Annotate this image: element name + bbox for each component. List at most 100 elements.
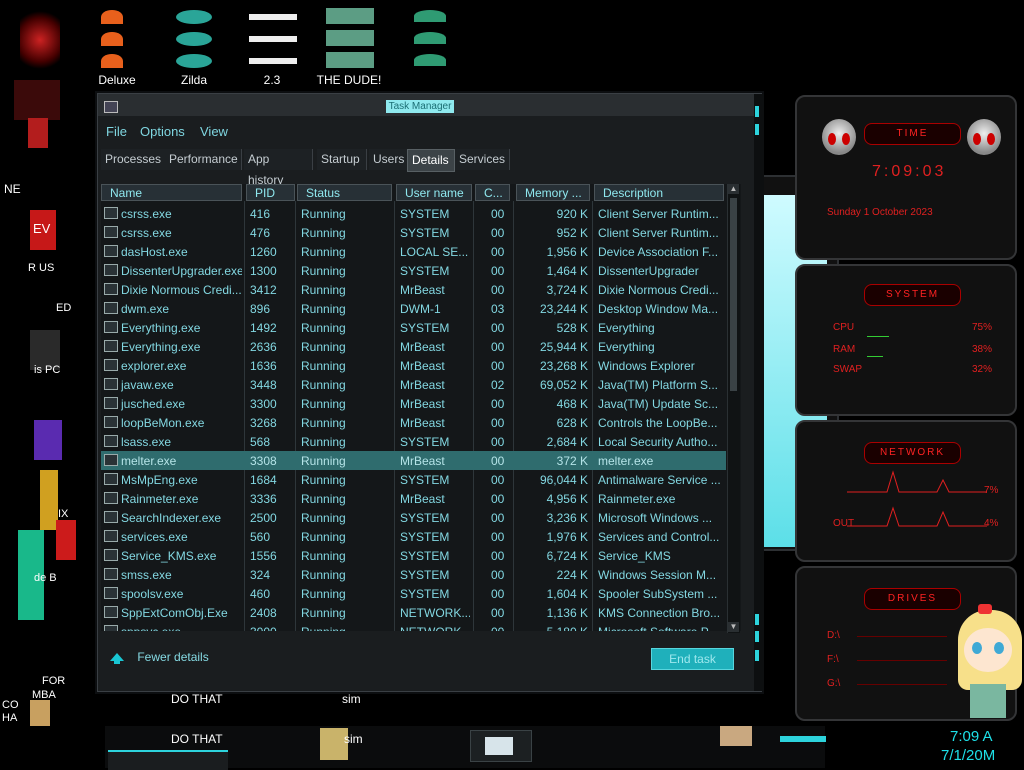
cell-pid: 3000 xyxy=(250,625,294,631)
process-icon xyxy=(104,435,118,447)
cell-status: Running xyxy=(301,587,346,601)
game-icon[interactable] xyxy=(176,10,212,70)
end-task-button[interactable]: End task xyxy=(651,648,734,670)
cell-user: SYSTEM xyxy=(400,207,450,221)
time-value: 7:09:03 xyxy=(872,163,947,180)
process-icon xyxy=(104,397,118,409)
task-manager-taskbar-icon[interactable] xyxy=(470,730,532,762)
cell-cpu: 00 xyxy=(491,530,505,544)
table-row[interactable]: dasHost.exe 1260 Running LOCAL SE... 00 1,956… xyxy=(101,242,726,261)
table-row[interactable]: jusched.exe 3300 Running MrBeast 00 468 K Java… xyxy=(101,394,726,413)
table-row[interactable]: SearchIndexer.exe 2500 Running SYSTEM 00 3,23… xyxy=(101,508,726,527)
menu-view[interactable]: View xyxy=(200,124,228,139)
desktop-icon-red[interactable] xyxy=(20,10,60,70)
fewer-details-link[interactable]: Fewer details xyxy=(110,650,209,664)
column-header-memory[interactable]: Memory ... xyxy=(516,184,590,201)
cell-mem: 628 K xyxy=(556,416,588,430)
column-header-pid[interactable]: PID xyxy=(246,184,295,201)
cell-cpu: 00 xyxy=(491,625,511,631)
table-row[interactable]: Service_KMS.exe 1556 Running SYSTEM 00 6,724 … xyxy=(101,546,726,565)
tab-performance[interactable]: Performance xyxy=(165,149,242,170)
glitch-text: IX xyxy=(58,508,69,520)
tab-startup[interactable]: Startup xyxy=(317,149,367,170)
glitch-text: NE xyxy=(4,182,21,196)
widget-title: NETWORK xyxy=(864,442,961,464)
table-row[interactable]: explorer.exe 1636 Running MrBeast 00 23,268 K… xyxy=(101,356,726,375)
table-row[interactable]: Everything.exe 2636 Running MrBeast 00 25,944… xyxy=(101,337,726,356)
window-notch xyxy=(755,124,759,135)
table-row[interactable]: Rainmeter.exe 3336 Running MrBeast 00 4,956 K… xyxy=(101,489,726,508)
cell-name: dwm.exe xyxy=(121,302,170,316)
table-row[interactable]: dwm.exe 896 Running DWM-1 03 23,244 K Desktop … xyxy=(101,299,726,318)
column-header-name[interactable]: Name xyxy=(101,184,242,201)
table-row[interactable]: DissenterUpgrader.exe 1300 Running SYSTEM 00… xyxy=(101,261,726,280)
title-bar[interactable]: Task Manager xyxy=(98,94,761,116)
cell-status: Running xyxy=(301,207,346,221)
cell-desc: Microsoft Windows ... xyxy=(598,511,713,525)
table-row[interactable]: services.exe 560 Running SYSTEM 00 1,976 K Ser… xyxy=(101,527,726,546)
tab-app-history[interactable]: App history xyxy=(244,149,313,187)
table-row[interactable]: csrss.exe 476 Running SYSTEM 00 952 K Client S… xyxy=(101,223,726,242)
table-row[interactable]: MsMpEng.exe 1684 Running SYSTEM 00 96,044 K An… xyxy=(101,470,726,489)
cell-pid: 460 xyxy=(250,587,271,601)
cell-user: SYSTEM xyxy=(400,226,450,240)
taskbar-clock-time[interactable]: 7:09 A xyxy=(950,728,993,745)
scroll-thumb[interactable] xyxy=(730,198,737,391)
menu-options[interactable]: Options xyxy=(140,124,185,139)
cell-mem: 69,052 K xyxy=(539,378,588,392)
net-out-value: 4% xyxy=(984,518,999,529)
tab-details[interactable]: Details xyxy=(407,149,455,172)
taskbar-accent xyxy=(780,736,826,742)
cell-mem: 4,956 K xyxy=(546,492,588,506)
table-row[interactable]: smss.exe 324 Running SYSTEM 00 224 K Windows S… xyxy=(101,565,726,584)
tab-users[interactable]: Users xyxy=(369,149,410,170)
cell-status: Running xyxy=(301,245,346,259)
table-row[interactable]: spoolsv.exe 460 Running SYSTEM 00 1,604 K Spoo… xyxy=(101,584,726,603)
menu-file[interactable]: File xyxy=(106,124,127,139)
process-icon xyxy=(104,625,118,631)
task-manager-icon xyxy=(104,101,118,113)
cell-name: melter.exe xyxy=(121,454,177,468)
table-row[interactable]: loopBeMon.exe 3268 Running MrBeast 00 628 K Co… xyxy=(101,413,726,432)
scroll-down-button[interactable]: ▼ xyxy=(728,622,739,632)
cell-user: DWM-1 xyxy=(400,302,441,316)
column-header-description[interactable]: Description xyxy=(594,184,724,201)
table-row[interactable]: melter.exe 3308 Running MrBeast 00 372 K melte… xyxy=(101,451,726,470)
dude-icon[interactable] xyxy=(326,8,374,70)
task-manager-window[interactable]: Task Manager File Options View Processes… xyxy=(97,93,764,692)
network-widget[interactable]: NETWORK 7% OUT 4% xyxy=(795,420,1017,562)
cell-user: SYSTEM xyxy=(400,435,450,449)
system-widget[interactable]: SYSTEM CPU 75% RAM 38% SWAP 32% xyxy=(795,264,1017,416)
taskbar-clock-date[interactable]: 7/1/20M xyxy=(941,747,995,764)
scroll-up-button[interactable]: ▲ xyxy=(728,184,739,194)
table-row[interactable]: Dixie Normous Credi... 3412 Running MrBeast… xyxy=(101,280,726,299)
tab-services[interactable]: Services xyxy=(455,149,510,170)
process-icon xyxy=(104,568,118,580)
cell-mem: 528 K xyxy=(556,321,588,335)
vertical-scrollbar[interactable]: ▲ ▼ xyxy=(727,184,740,633)
cell-pid: 896 xyxy=(250,302,271,316)
table-row[interactable]: Everything.exe 1492 Running SYSTEM 00 528 K Ev… xyxy=(101,318,726,337)
cell-mem: 3,236 K xyxy=(546,511,588,525)
cell-desc: Controls the LoopBe... xyxy=(598,416,718,430)
column-header-cpu[interactable]: C... xyxy=(475,184,510,201)
green-circle-icon[interactable] xyxy=(410,10,450,70)
app-icon-bars[interactable] xyxy=(249,10,297,70)
tab-processes[interactable]: Processes xyxy=(101,149,166,170)
column-header-user[interactable]: User name xyxy=(396,184,472,201)
drive-label: G:\ xyxy=(827,678,841,689)
firefox-icon[interactable] xyxy=(97,10,127,70)
table-row[interactable]: javaw.exe 3448 Running MrBeast 02 69,052 K Jav… xyxy=(101,375,726,394)
cell-pid: 2636 xyxy=(250,340,277,354)
table-row[interactable]: lsass.exe 568 Running SYSTEM 00 2,684 K Local … xyxy=(101,432,726,451)
table-row[interactable]: sppsvc.exe 3000 Running NETWORK... 00 5,180 K… xyxy=(101,622,726,631)
table-row[interactable]: csrss.exe 416 Running SYSTEM 00 920 K Client S… xyxy=(101,204,726,223)
table-row[interactable]: SppExtComObj.Exe 2408 Running NETWORK... 00 1… xyxy=(101,603,726,622)
cell-desc: melter.exe xyxy=(598,454,654,468)
column-header-status[interactable]: Status xyxy=(297,184,392,201)
cell-pid: 3336 xyxy=(250,492,277,506)
cell-desc: Windows Session M... xyxy=(598,568,717,582)
time-widget[interactable]: TIME 7:09:03 Sunday 1 October 2023 xyxy=(795,95,1017,260)
cell-user: SYSTEM xyxy=(400,473,450,487)
cell-desc: KMS Connection Bro... xyxy=(598,606,721,620)
